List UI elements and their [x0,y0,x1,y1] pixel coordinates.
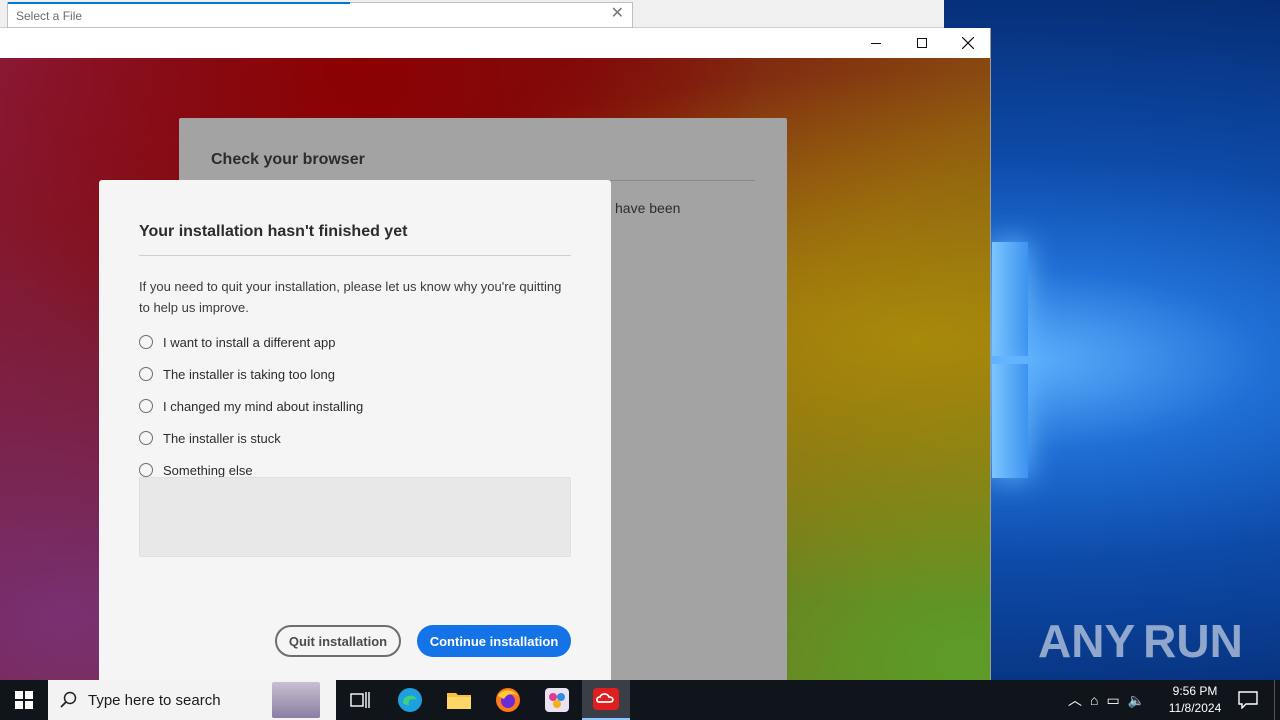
reason-option-too-long[interactable]: The installer is taking too long [139,358,571,390]
option-label: The installer is taking too long [163,366,335,382]
maximize-icon [917,38,927,48]
close-icon[interactable]: ✕ [611,6,624,22]
quit-installation-button[interactable]: Quit installation [275,625,401,657]
task-view-icon [350,692,370,708]
paint-icon [545,688,569,712]
clock-time: 9:56 PM [1172,684,1218,698]
card-text: have been [615,200,681,216]
option-label: Something else [163,462,253,478]
maximize-button[interactable] [899,28,945,58]
reason-options: I want to install a different app The in… [139,326,571,486]
start-button[interactable] [0,680,48,720]
file-select-box[interactable]: Select a File ✕ [7,2,633,28]
taskbar: Type here to search ︿ ⌂ ▭ 🔈 9:56 PM 11/8… [0,680,1280,720]
radio-button[interactable] [139,367,153,381]
reason-option-changed-mind[interactable]: I changed my mind about installing [139,390,571,422]
reason-option-different-app[interactable]: I want to install a different app [139,326,571,358]
firefox-icon [496,688,520,712]
modal-title: Your installation hasn't finished yet [139,223,408,240]
search-placeholder: Type here to search [88,691,221,709]
action-center-button[interactable] [1232,680,1264,720]
windows-start-icon [15,691,33,709]
option-label: I want to install a different app [163,334,336,350]
watermark-text-left: ANY [1038,615,1136,667]
creative-cloud-icon [593,688,619,710]
radio-button[interactable] [139,463,153,477]
anyrun-watermark: ANY RUN [1038,610,1243,672]
clock-date: 11/8/2024 [1168,701,1222,715]
notification-icon [1238,691,1258,709]
network-icon[interactable]: ▭ [1106,692,1119,709]
radio-button[interactable] [139,431,153,445]
taskbar-search-box[interactable]: Type here to search [48,680,336,720]
divider [139,255,571,256]
volume-icon[interactable]: 🔈 [1128,692,1145,709]
edge-icon [398,688,422,712]
quit-installation-modal: Your installation hasn't finished yet If… [99,180,611,680]
title-bar [0,28,990,58]
taskbar-file-explorer[interactable] [435,680,483,720]
continue-installation-button[interactable]: Continue installation [417,625,571,657]
device-icon[interactable]: ⌂ [1090,692,1098,708]
search-icon [60,691,77,708]
radio-button[interactable] [139,335,153,349]
minimize-icon [871,42,881,44]
task-view-button[interactable] [336,680,384,720]
radio-button[interactable] [139,399,153,413]
search-highlight-image [272,682,320,718]
file-dialog-strip: Select a File ✕ [0,0,944,28]
minimize-button[interactable] [853,28,899,58]
taskbar-firefox[interactable] [484,680,532,720]
windows-logo [992,240,1032,480]
taskbar-edge[interactable] [386,680,434,720]
card-title: Check your browser [211,151,365,168]
watermark-text-right: RUN [1143,615,1243,667]
close-window-button[interactable] [945,28,990,58]
show-desktop-button[interactable] [1274,680,1280,720]
chevron-up-icon[interactable]: ︿ [1068,690,1082,710]
folder-icon [447,693,471,709]
system-tray: ︿ ⌂ ▭ 🔈 [1064,680,1149,720]
taskbar-paint[interactable] [533,680,581,720]
feedback-textarea[interactable] [139,477,571,557]
reason-option-stuck[interactable]: The installer is stuck [139,422,571,454]
option-label: The installer is stuck [163,430,281,446]
option-label: I changed my mind about installing [163,398,364,414]
modal-description: If you need to quit your installation, p… [139,279,562,315]
taskbar-adobe-creative-cloud[interactable] [582,680,630,720]
installer-window: Check your browser have been Your instal… [0,28,991,680]
close-icon [962,37,974,49]
system-clock[interactable]: 9:56 PM 11/8/2024 [1164,683,1226,717]
file-select-label: Select a File [16,9,83,23]
